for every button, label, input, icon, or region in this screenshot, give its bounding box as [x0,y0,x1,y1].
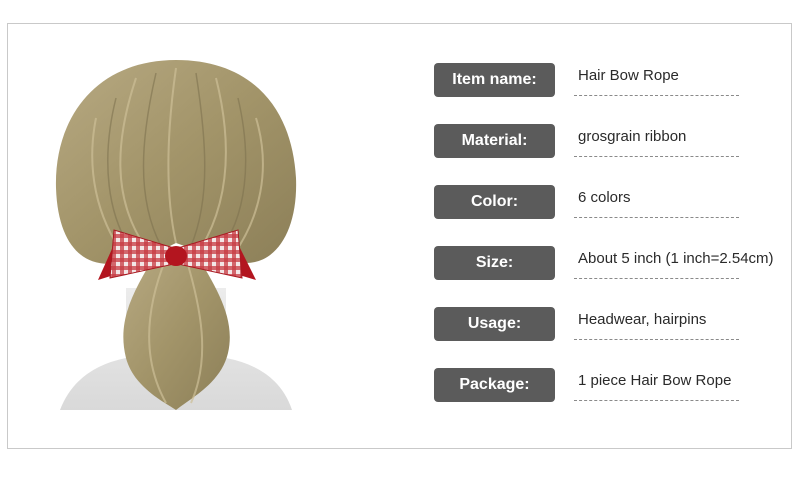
dotted-divider [574,95,739,96]
dotted-divider [574,156,739,157]
spec-value: Hair Bow Rope [578,67,679,84]
dotted-divider [574,339,739,340]
spec-row: Color: 6 colors [434,185,794,225]
dotted-divider [574,278,739,279]
spec-value: About 5 inch (1 inch=2.54cm) [578,250,774,267]
spec-row: Package: 1 piece Hair Bow Rope [434,368,794,408]
spec-label: Material: [434,124,555,158]
dotted-divider [574,217,739,218]
spec-label: Item name: [434,63,555,97]
spec-row: Item name: Hair Bow Rope [434,63,794,103]
spec-value: 6 colors [578,189,631,206]
spec-value: grosgrain ribbon [578,128,687,145]
spec-label: Usage: [434,307,555,341]
dotted-divider [574,400,739,401]
spec-label: Color: [434,185,555,219]
spec-value: 1 piece Hair Bow Rope [578,372,732,389]
spec-row: Usage: Headwear, hairpins [434,307,794,347]
spec-label: Size: [434,246,555,280]
product-photo [55,60,297,410]
spec-value: Headwear, hairpins [578,311,707,328]
spec-row: Material: grosgrain ribbon [434,124,794,164]
spec-label: Package: [434,368,555,402]
spec-row: Size: About 5 inch (1 inch=2.54cm) [434,246,794,286]
